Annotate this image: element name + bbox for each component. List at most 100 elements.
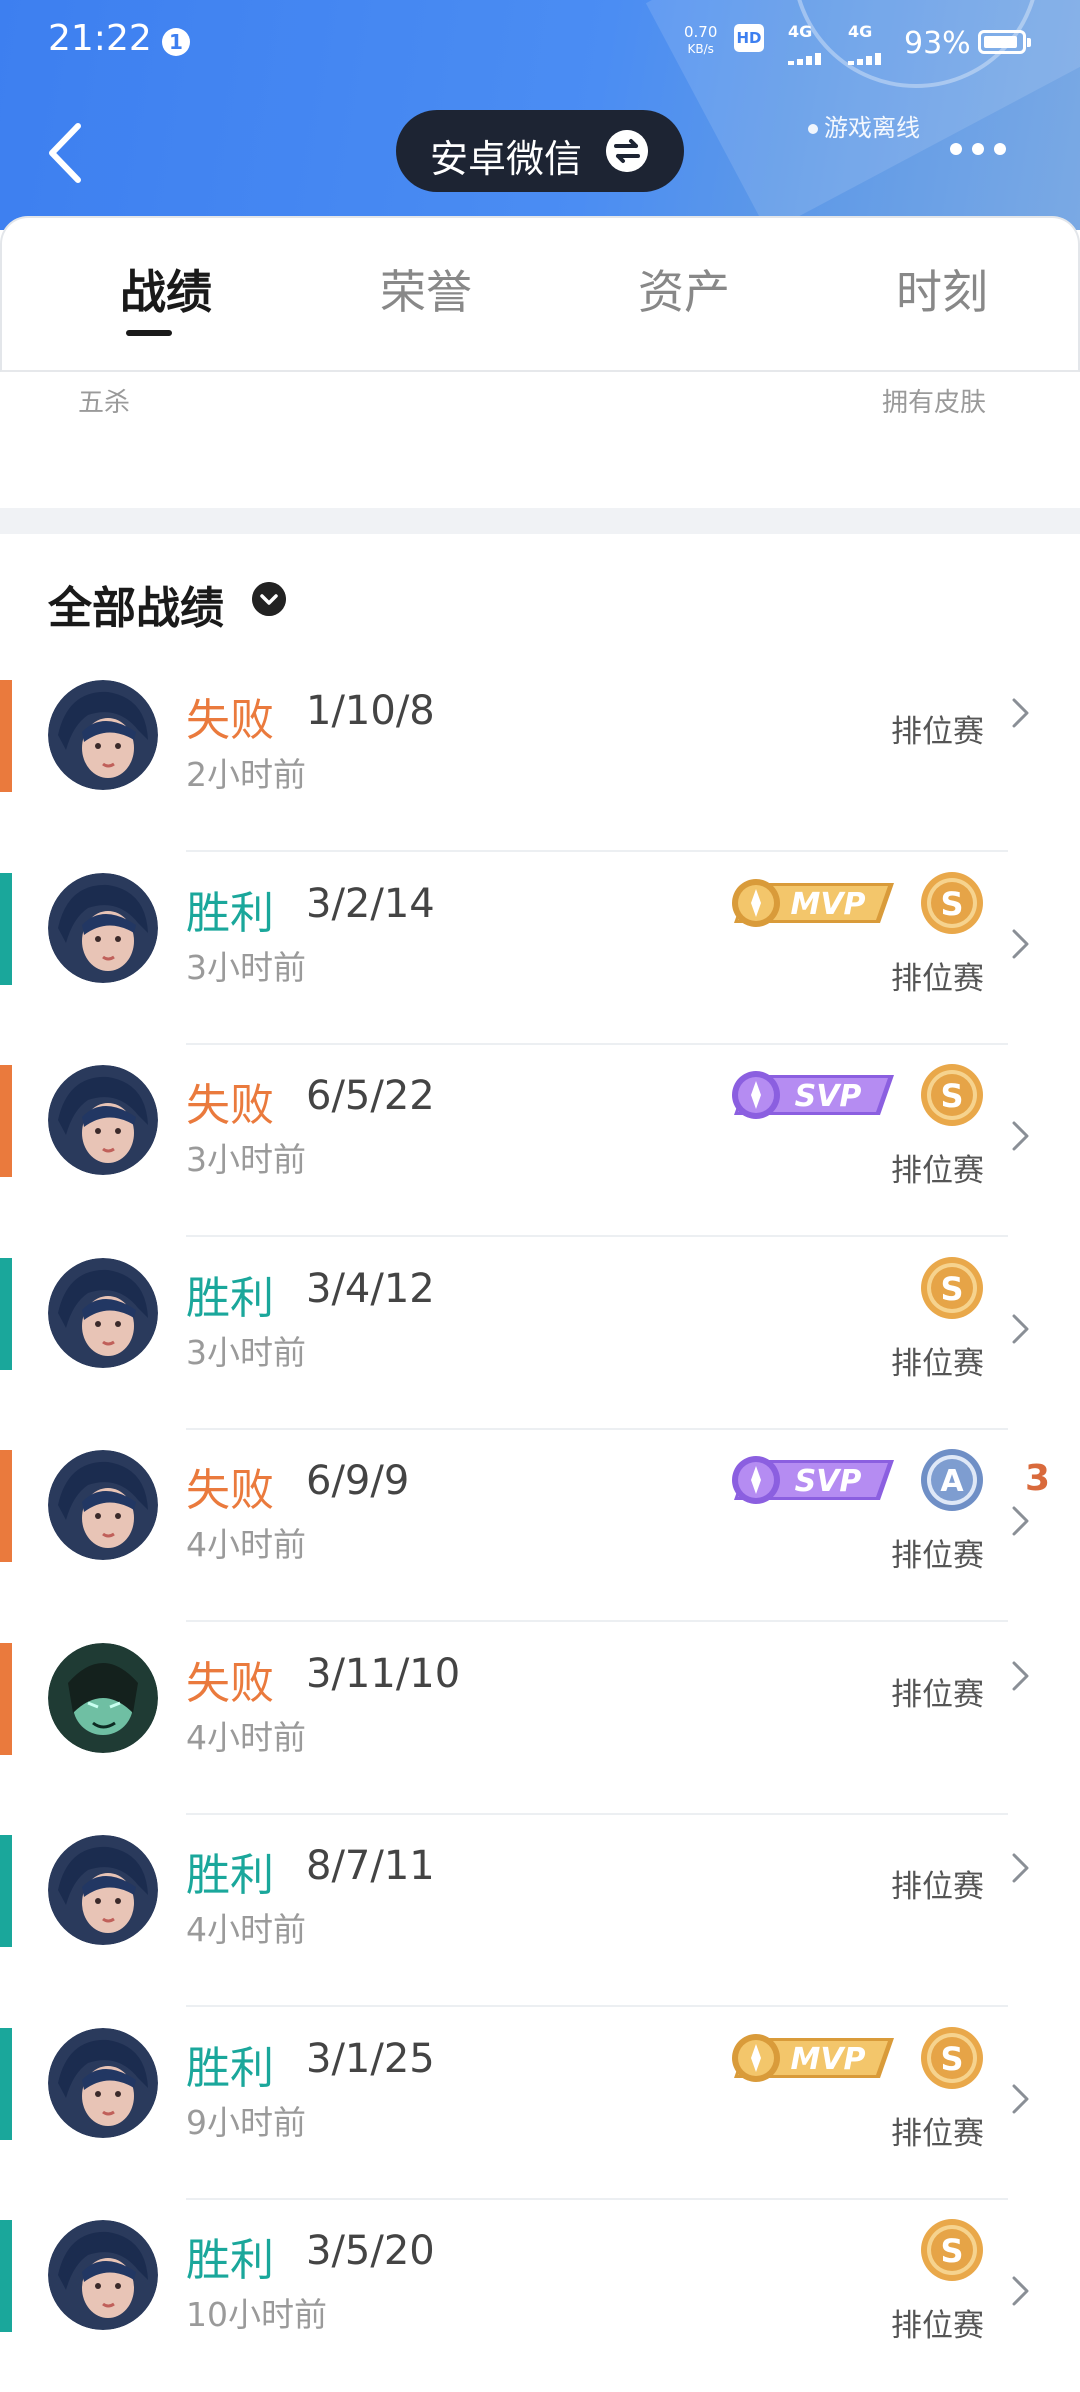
mvp-badge-icon: MVP — [728, 2030, 900, 2086]
match-time-ago: 4小时前 — [186, 1717, 306, 1757]
chevron-right-icon[interactable] — [1010, 1504, 1032, 1538]
match-time-ago: 4小时前 — [186, 1525, 306, 1564]
mvp-badge-icon: MVP — [728, 875, 900, 931]
match-kda: 3/5/20 — [306, 2228, 435, 2274]
stat-label-pentakill: 五杀 — [78, 388, 131, 418]
loss-indicator — [0, 1642, 12, 1755]
net-speed-value: 0.70 — [684, 23, 718, 41]
hero-avatar — [48, 680, 158, 790]
chevron-down-icon[interactable] — [252, 582, 286, 616]
tab-assets[interactable]: 资产 — [638, 256, 730, 322]
hero-avatar — [48, 1257, 158, 1368]
match-time-ago: 3小时前 — [186, 1140, 306, 1179]
back-arrow-icon[interactable] — [42, 118, 94, 188]
tab-record[interactable]: 战绩 — [120, 256, 212, 322]
win-indicator — [0, 1835, 12, 1947]
active-tab-indicator — [126, 330, 172, 336]
svg-text:S: S — [940, 1077, 963, 1115]
match-mode: 排位赛 — [891, 1153, 984, 1189]
hd-icon: HD — [734, 24, 764, 52]
svg-text:MVP: MVP — [790, 887, 865, 922]
loss-indicator — [0, 680, 12, 792]
match-mode: 排位赛 — [891, 714, 984, 750]
status-dot-icon — [808, 124, 818, 134]
chevron-right-icon[interactable] — [1010, 2274, 1032, 2308]
s-grade-badge-icon: S — [920, 2218, 984, 2282]
s-grade-badge-icon: S — [920, 871, 984, 935]
battery-icon — [978, 30, 1031, 54]
net-speed-unit: KB/s — [687, 42, 714, 56]
svg-text:S: S — [940, 2040, 963, 2078]
match-kda: 8/7/11 — [306, 1843, 435, 1889]
match-kda: 6/5/22 — [306, 1073, 435, 1119]
svp-badge-icon: SVP — [728, 1067, 900, 1123]
match-kda: 1/10/8 — [306, 688, 435, 734]
chevron-right-icon[interactable] — [1010, 1312, 1032, 1346]
a-grade-badge-icon: A — [920, 1448, 984, 1512]
match-mode: 排位赛 — [891, 1676, 984, 1713]
svg-text:S: S — [940, 885, 963, 923]
svg-text:S: S — [940, 2232, 963, 2270]
match-row[interactable]: 失败 3/11/10 4小时前 排位赛 — [0, 1623, 1080, 1815]
match-time-ago: 2小时前 — [186, 755, 306, 794]
match-kda: 6/9/9 — [306, 1458, 410, 1504]
svg-text:MVP: MVP — [790, 2042, 865, 2077]
chevron-right-icon[interactable] — [1010, 2082, 1032, 2116]
game-status-text: 游戏离线 — [824, 114, 920, 142]
hero-avatar — [48, 1450, 158, 1560]
hero-avatar — [48, 2220, 158, 2330]
win-indicator — [0, 2220, 12, 2332]
match-result: 失败 — [186, 695, 274, 746]
svg-text:SVP: SVP — [795, 1464, 862, 1499]
match-result: 胜利 — [186, 887, 274, 939]
match-row[interactable]: 胜利 3/4/12 3小时前 排位赛 S — [0, 1238, 1080, 1430]
tab-bar: 战绩 荣誉 资产 时刻 — [0, 216, 1080, 372]
sim2-signal-icon — [848, 46, 892, 65]
match-result: 失败 — [186, 1080, 274, 1131]
sim1-label: 4G — [788, 22, 813, 41]
status-time: 21:22 — [48, 18, 152, 59]
chevron-right-icon[interactable] — [1010, 1851, 1032, 1885]
match-result: 失败 — [186, 1657, 274, 1709]
loss-indicator — [0, 1065, 12, 1177]
match-row[interactable]: 失败 6/9/9 4小时前 排位赛 3 A SVP — [0, 1430, 1080, 1622]
match-kda: 3/2/14 — [306, 880, 435, 927]
match-mode: 排位赛 — [891, 1869, 984, 1905]
account-switch-button[interactable]: 安卓微信 — [396, 110, 684, 192]
hero-avatar — [48, 1642, 158, 1753]
match-row[interactable]: 失败 1/10/8 2小时前 排位赛 — [0, 660, 1080, 852]
tab-honor[interactable]: 荣誉 — [380, 256, 472, 322]
match-result: 胜利 — [186, 2042, 274, 2094]
stat-label-skins: 拥有皮肤 — [882, 388, 987, 418]
match-row[interactable]: 失败 6/5/22 3小时前 排位赛 S SVP — [0, 1045, 1080, 1237]
section-title[interactable]: 全部战绩 — [48, 572, 224, 636]
net-speed: 0.70 KB/s — [684, 24, 717, 57]
match-time-ago: 9小时前 — [186, 2102, 306, 2142]
match-row[interactable]: 胜利 3/5/20 10小时前 排位赛 S — [0, 2200, 1080, 2392]
match-row[interactable]: 胜利 3/1/25 9小时前 排位赛 S MVP — [0, 2008, 1080, 2200]
svg-text:SVP: SVP — [795, 1079, 862, 1114]
s-grade-badge-icon: S — [920, 2026, 984, 2090]
section-divider — [0, 508, 1080, 534]
s-grade-badge-icon: S — [920, 1063, 984, 1127]
more-menu-icon[interactable] — [950, 140, 1020, 160]
account-label: 安卓微信 — [430, 137, 583, 181]
status-bar: 21:22 1 0.70 KB/s HD 4G 4G 93% — [0, 0, 1080, 84]
match-kda: 3/11/10 — [306, 1650, 461, 1697]
match-result: 胜利 — [186, 2235, 274, 2286]
match-result: 胜利 — [186, 1272, 274, 1324]
match-row[interactable]: 胜利 3/2/14 3小时前 排位赛 S MVP — [0, 853, 1080, 1045]
chevron-right-icon[interactable] — [1010, 1119, 1032, 1153]
match-mode: 排位赛 — [891, 2308, 984, 2344]
match-row[interactable]: 胜利 8/7/11 4小时前 排位赛 — [0, 1815, 1080, 2007]
svg-text:S: S — [940, 1270, 963, 1308]
chevron-right-icon[interactable] — [1010, 696, 1032, 730]
tab-moments[interactable]: 时刻 — [896, 256, 988, 322]
match-kda: 3/1/25 — [306, 2035, 435, 2082]
game-status: 游戏离线 — [808, 108, 920, 143]
chevron-right-icon[interactable] — [1010, 927, 1032, 961]
win-indicator — [0, 872, 12, 985]
match-time-ago: 3小时前 — [186, 1332, 306, 1372]
sim1-signal-icon — [788, 46, 832, 65]
chevron-right-icon[interactable] — [1010, 1659, 1032, 1693]
